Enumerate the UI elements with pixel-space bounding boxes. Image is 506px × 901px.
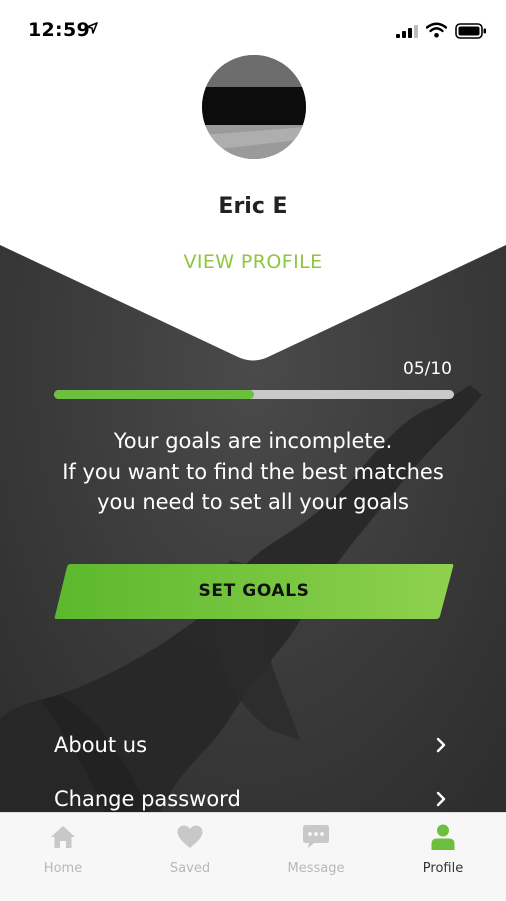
tab-label: Home	[43, 861, 83, 876]
set-goals-button-label: SET GOALS	[198, 581, 310, 601]
goals-progress-bar	[54, 390, 454, 399]
signal-icon	[396, 25, 418, 38]
menu-item-label: Change password	[54, 787, 241, 811]
home-icon	[51, 826, 75, 848]
goals-message-line: you need to set all your goals	[97, 490, 409, 514]
chevron-right-icon	[436, 791, 446, 807]
goals-message: Your goals are incomplete. If you want t…	[0, 426, 506, 518]
view-profile-link[interactable]: VIEW PROFILE	[0, 251, 506, 273]
goals-message-line: If you want to find the best matches	[62, 459, 444, 484]
goals-progress-count: 05/10	[403, 359, 452, 379]
chevron-right-icon	[436, 737, 446, 753]
goals-progress-fill	[54, 390, 254, 399]
tab-profile[interactable]: Profile	[380, 813, 506, 901]
status-bar: 12:59	[0, 0, 506, 60]
chat-bubble-icon	[303, 825, 329, 848]
wifi-icon	[426, 22, 447, 38]
avatar-image	[202, 55, 306, 159]
menu-item-label: About us	[54, 733, 148, 757]
user-name: Eric E	[218, 194, 288, 219]
tab-message[interactable]: Message	[253, 813, 379, 901]
status-time: 12:59	[28, 19, 90, 41]
menu-item-about-us[interactable]: About us	[54, 725, 454, 765]
location-arrow-icon	[86, 22, 98, 34]
tab-label: Profile	[422, 861, 464, 876]
set-goals-button[interactable]: SET GOALS	[54, 564, 454, 619]
tab-home[interactable]: Home	[0, 813, 126, 901]
avatar[interactable]	[202, 55, 306, 159]
tab-label: Saved	[169, 861, 211, 876]
tab-saved[interactable]: Saved	[127, 813, 253, 901]
tab-label: Message	[287, 861, 345, 876]
tab-bar: Home Saved Message Profile	[0, 812, 506, 901]
goals-message-line: Your goals are incomplete.	[113, 429, 393, 453]
battery-icon	[455, 23, 486, 39]
person-icon	[431, 824, 455, 850]
heart-icon	[177, 825, 203, 848]
